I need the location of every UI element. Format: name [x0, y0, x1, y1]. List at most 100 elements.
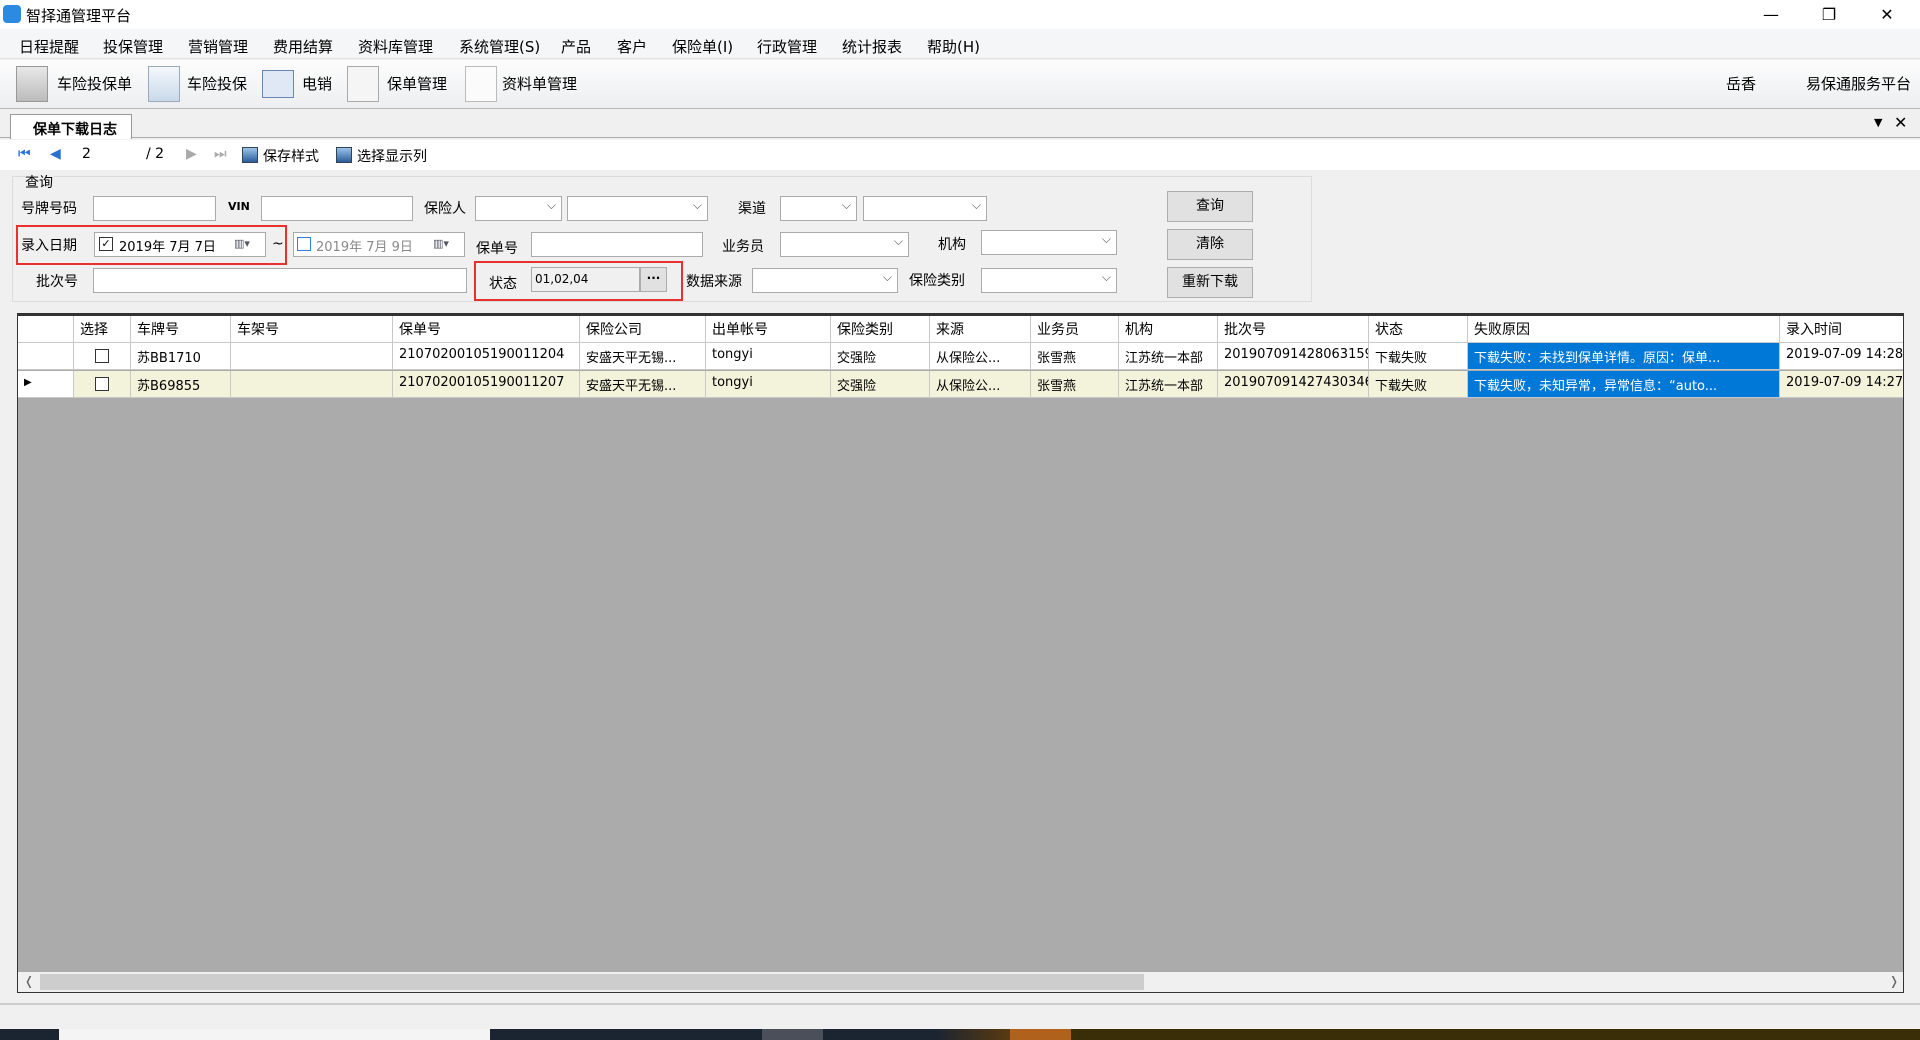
plate-input[interactable] [93, 196, 216, 221]
column-header-vin[interactable]: 车架号 [231, 316, 393, 343]
menu-library[interactable]: 资料库管理 [358, 36, 433, 57]
salesman-label: 业务员 [722, 239, 764, 255]
restore-button[interactable]: ❐ [1800, 0, 1858, 29]
row-checkbox[interactable] [95, 377, 109, 391]
redownload-button[interactable]: 重新下载 [1167, 267, 1253, 298]
column-header-status[interactable]: 状态 [1369, 316, 1468, 343]
column-header-org[interactable]: 机构 [1119, 316, 1218, 343]
batch-input[interactable] [93, 268, 467, 293]
scrollbar-thumb[interactable] [40, 974, 1144, 990]
page-number-input[interactable]: 2 [82, 146, 142, 162]
horizontal-scrollbar[interactable]: ❬ ❭ [18, 972, 1903, 992]
header-row[interactable]: 选择 车牌号 车架号 保单号 保险公司 出单帐号 保险类别 来源 业务员 机构 批次号 状态 失败原因录… [18, 316, 1903, 343]
column-header-row-header[interactable] [18, 316, 74, 343]
taskbar-search[interactable] [59, 1029, 490, 1040]
cell-account: tongyi [706, 371, 831, 398]
cell-status: 下载失败 [1369, 343, 1468, 370]
minimize-button[interactable]: — [1742, 0, 1800, 29]
org-select[interactable] [981, 230, 1117, 255]
taskbar-start[interactable] [0, 1029, 59, 1040]
menu-reports[interactable]: 统计报表 [842, 36, 902, 57]
column-header-policy-no[interactable]: 保单号 [393, 316, 580, 343]
prev-page-icon[interactable]: ◀ [50, 146, 61, 162]
insurer-select-2[interactable] [567, 196, 708, 221]
date-from-checkbox[interactable]: ✓ [99, 237, 113, 251]
tab-policy-download-log[interactable]: 保单下载日志 [10, 114, 132, 139]
select-columns-button[interactable]: 选择显示列 [357, 146, 427, 166]
column-header-fail-reason[interactable]: 失败原因 [1468, 316, 1780, 343]
calendar-icon[interactable]: ▥▾ [234, 237, 250, 250]
tab-dropdown-icon[interactable]: ▼ [1874, 116, 1882, 129]
menu-insure[interactable]: 投保管理 [103, 36, 163, 57]
clear-button[interactable]: 清除 [1167, 229, 1253, 260]
calendar-icon[interactable]: ▥▾ [433, 237, 449, 250]
channel-select-1[interactable] [780, 196, 857, 221]
first-page-icon[interactable]: ⏮ [18, 146, 31, 162]
column-header-source[interactable]: 来源 [930, 316, 1031, 343]
row-checkbox[interactable] [95, 349, 109, 363]
table-row[interactable]: 苏BB1710 210702001051900112​04 安盛天平无锡... ton… [18, 343, 1903, 370]
menu-help[interactable]: 帮助(H) [927, 36, 980, 57]
tab-close-icon[interactable]: ✕ [1894, 113, 1907, 132]
column-header-insurance-type[interactable]: 保险类别 [831, 316, 930, 343]
column-header-entry-time[interactable]: 录入时间 [1780, 316, 1903, 343]
channel-select-2[interactable] [863, 196, 987, 221]
column-header-batch-no[interactable]: 批次号 [1218, 316, 1369, 343]
policy-no-input[interactable] [531, 232, 703, 257]
contact-card-icon [262, 70, 294, 98]
picture-icon [242, 147, 258, 163]
column-header-account[interactable]: 出单帐号 [706, 316, 831, 343]
cell-plate: 苏BB1710 [131, 343, 231, 370]
menu-admin[interactable]: 行政管理 [757, 36, 817, 57]
cell-status: 下载失败 [1369, 371, 1468, 398]
toolbar-policy-management[interactable]: 保单管理 [387, 73, 447, 94]
cell-entry-time: 2019-07-09 14:28 [1780, 343, 1903, 370]
next-page-icon[interactable]: ▶ [186, 146, 197, 162]
column-header-salesman[interactable]: 业务员 [1031, 316, 1119, 343]
cell-policy-no: 210702001051900112​04 [393, 343, 580, 370]
scroll-left-icon[interactable]: ❬ [24, 974, 34, 988]
salesman-select[interactable] [780, 232, 909, 257]
toolbar-car-insure[interactable]: 车险投保 [187, 73, 247, 94]
scroll-right-icon[interactable]: ❭ [1889, 974, 1899, 988]
menu-policy[interactable]: 保险单(I) [672, 36, 733, 57]
column-header-plate[interactable]: 车牌号 [131, 316, 231, 343]
vin-input[interactable] [261, 196, 413, 221]
menu-marketing[interactable]: 营销管理 [188, 36, 248, 57]
insurer-select-1[interactable] [475, 196, 562, 221]
column-header-select[interactable]: 选择 [74, 316, 131, 343]
status-input[interactable]: 01,02,04 [531, 267, 640, 292]
menu-product[interactable]: 产品 [561, 36, 591, 57]
column-header-insurer[interactable]: 保险公司 [580, 316, 706, 343]
cell-plate: 苏B69855 [131, 371, 231, 398]
app-logo-icon [3, 5, 21, 23]
toolbar-car-insurance-form[interactable]: 车险投保单 [57, 73, 132, 94]
cell-account: tongyi [706, 343, 831, 370]
menu-schedule[interactable]: 日程提醒 [19, 36, 79, 57]
menu-customer[interactable]: 客户 [617, 36, 647, 57]
save-style-button[interactable]: 保存样式 [263, 146, 319, 166]
last-page-icon[interactable]: ⏭ [214, 146, 227, 162]
table-row[interactable]: ▶ 苏B69855 210702001051900112​07 安盛天平无锡... to… [18, 371, 1903, 398]
toolbar-document-management[interactable]: 资料单管理 [502, 73, 577, 94]
data-grid: 选择 车牌号 车架号 保单号 保险公司 出单帐号 保险类别 来源 业务员 机构 批次号 状态 失败原因录… [17, 313, 1904, 993]
taskbar-app[interactable] [762, 1029, 823, 1040]
status-more-button[interactable]: ··· [640, 267, 667, 292]
insurance-type-select[interactable] [981, 268, 1117, 293]
picture-icon [336, 147, 352, 163]
cell-batch-no: 201907091427430346 [1218, 371, 1369, 398]
close-button[interactable]: ✕ [1858, 0, 1916, 29]
menu-fees[interactable]: 费用结算 [273, 36, 333, 57]
date-to-checkbox[interactable] [297, 237, 311, 251]
cell-fail-reason: 下载失败：未找到保单详情。原因：保单... [1468, 343, 1780, 370]
cell-select [74, 343, 131, 370]
service-platform-link[interactable]: 易保通服务平台 [1806, 73, 1911, 94]
toolbar-telesales[interactable]: 电销 [302, 73, 332, 94]
menu-system[interactable]: 系统管理(S) [459, 36, 540, 57]
data-source-select[interactable] [752, 268, 898, 293]
taskbar-app[interactable] [1010, 1029, 1071, 1040]
cell-source: 从保险公... [930, 343, 1031, 370]
current-user[interactable]: 岳香 [1726, 73, 1756, 94]
status-label: 状态 [489, 276, 517, 292]
search-button[interactable]: 查询 [1167, 191, 1253, 222]
